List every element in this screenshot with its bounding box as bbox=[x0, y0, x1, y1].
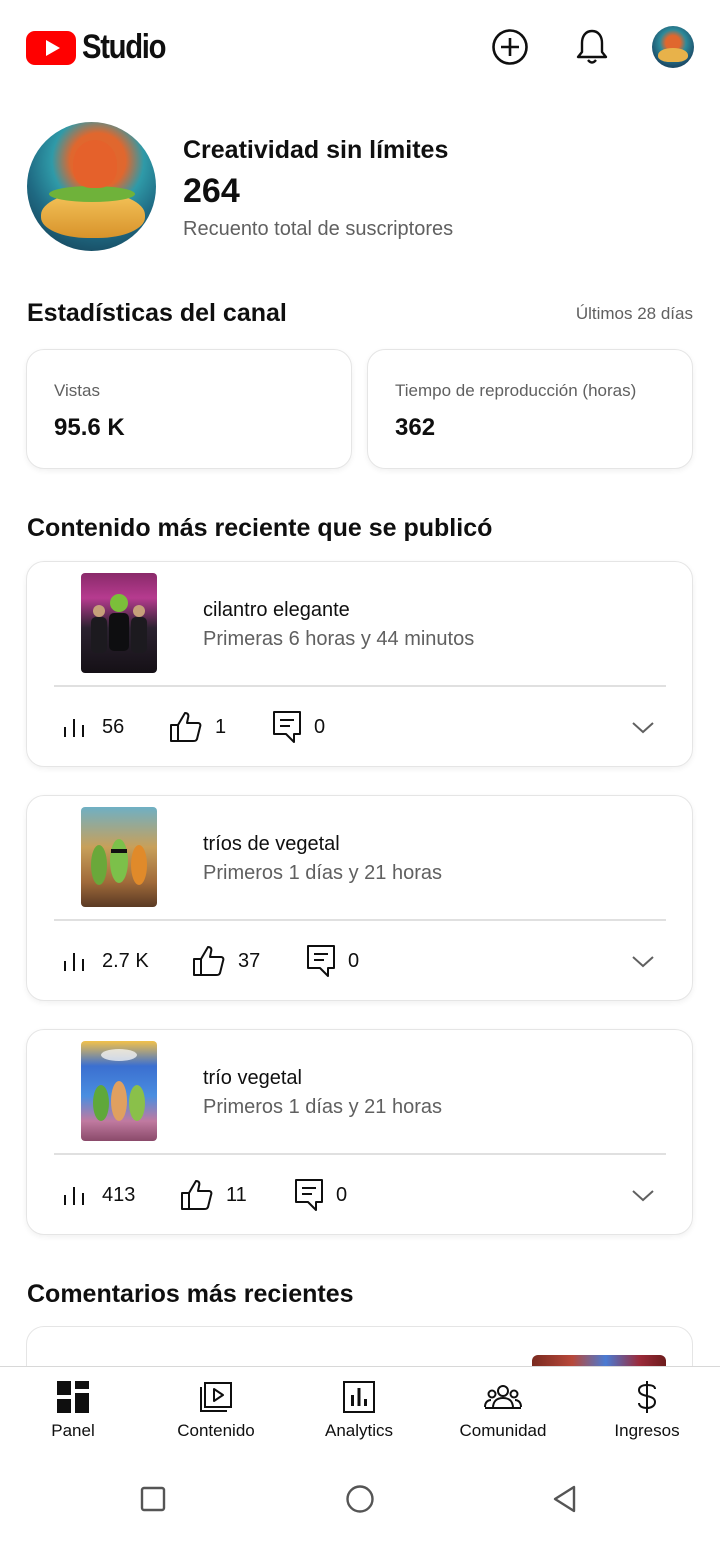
watch-time-card[interactable]: Tiempo de reproducción (horas) 362 bbox=[367, 349, 693, 469]
video-card[interactable]: cilantro elegante Primeras 6 horas y 44 … bbox=[26, 561, 693, 767]
bottom-navigation: Panel Contenido Analytics Comunidad Ingr… bbox=[0, 1366, 720, 1452]
video-likes: 11 bbox=[180, 1175, 247, 1215]
thumbs-up-icon bbox=[170, 712, 202, 742]
subscriber-count: 264 bbox=[183, 172, 240, 210]
content-icon bbox=[200, 1382, 232, 1412]
video-comments: 0 bbox=[306, 941, 359, 981]
back-icon[interactable] bbox=[552, 1484, 578, 1514]
video-likes-count: 11 bbox=[226, 1183, 247, 1206]
video-card[interactable]: tríos de vegetal Primeros 1 días y 21 ho… bbox=[26, 795, 693, 1001]
thumbs-up-icon bbox=[181, 1180, 213, 1210]
nav-panel[interactable]: Panel bbox=[8, 1379, 138, 1441]
studio-wordmark: Studio bbox=[82, 28, 167, 66]
nav-panel-label: Panel bbox=[51, 1421, 95, 1440]
divider bbox=[54, 685, 666, 687]
video-title: tríos de vegetal bbox=[203, 833, 340, 855]
video-views-count: 56 bbox=[102, 715, 125, 738]
nav-contenido-label: Contenido bbox=[177, 1421, 255, 1440]
video-thumbnail[interactable] bbox=[81, 573, 157, 673]
video-comments-count: 0 bbox=[348, 949, 360, 972]
video-likes: 1 bbox=[169, 707, 226, 747]
video-comments-count: 0 bbox=[314, 715, 326, 738]
channel-avatar[interactable] bbox=[27, 122, 156, 251]
views-value: 95.6 K bbox=[54, 414, 125, 441]
video-thumbnail[interactable] bbox=[81, 1041, 157, 1141]
nav-ingresos[interactable]: Ingresos bbox=[582, 1379, 712, 1441]
account-avatar[interactable] bbox=[652, 26, 694, 68]
video-comments-count: 0 bbox=[336, 1183, 348, 1206]
watch-time-value: 362 bbox=[395, 414, 436, 441]
divider bbox=[54, 1153, 666, 1155]
video-views: 413 bbox=[62, 1175, 135, 1215]
video-views-count: 2.7 K bbox=[102, 949, 149, 972]
comment-icon bbox=[295, 1179, 323, 1211]
video-comments: 0 bbox=[272, 707, 325, 747]
views-label: Vistas bbox=[54, 381, 100, 400]
video-title: cilantro elegante bbox=[203, 599, 350, 621]
channel-name: Creatividad sin límites bbox=[183, 136, 449, 164]
plus-circle-icon bbox=[492, 29, 528, 65]
views-card[interactable]: Vistas 95.6 K bbox=[26, 349, 352, 469]
chevron-down-icon[interactable] bbox=[630, 1182, 656, 1208]
video-card[interactable]: trío vegetal Primeros 1 días y 21 horas … bbox=[26, 1029, 693, 1235]
nav-analytics[interactable]: Analytics bbox=[294, 1379, 424, 1441]
nav-analytics-label: Analytics bbox=[324, 1421, 394, 1440]
chevron-down-icon[interactable] bbox=[630, 714, 656, 740]
video-comments: 0 bbox=[294, 1175, 347, 1215]
analytics-icon bbox=[343, 1381, 375, 1413]
stats-period: Últimos 28 días bbox=[575, 304, 693, 323]
nav-contenido[interactable]: Contenido bbox=[151, 1379, 281, 1441]
recents-icon[interactable] bbox=[140, 1486, 166, 1512]
video-thumbnail[interactable] bbox=[81, 807, 157, 907]
chevron-down-icon[interactable] bbox=[630, 948, 656, 974]
comment-icon bbox=[273, 711, 301, 743]
video-likes: 37 bbox=[192, 941, 260, 981]
youtube-studio-logo[interactable]: Studio bbox=[26, 28, 179, 67]
nav-comunidad[interactable]: Comunidad bbox=[438, 1379, 568, 1441]
system-navigation-bar bbox=[0, 1452, 720, 1546]
dashboard-icon bbox=[57, 1381, 89, 1413]
video-likes-count: 1 bbox=[215, 715, 227, 738]
latest-content-title: Contenido más reciente que se publicó bbox=[27, 514, 493, 542]
dollar-icon bbox=[637, 1381, 657, 1413]
watch-time-label: Tiempo de reproducción (horas) bbox=[395, 381, 637, 400]
video-views: 56 bbox=[62, 707, 124, 747]
thumbs-up-icon bbox=[193, 946, 225, 976]
video-likes-count: 37 bbox=[238, 949, 261, 972]
bar-chart-icon bbox=[64, 1187, 84, 1205]
youtube-logo-icon bbox=[26, 30, 76, 65]
video-title: trío vegetal bbox=[203, 1067, 302, 1089]
nav-ingresos-label: Ingresos bbox=[614, 1421, 680, 1440]
video-period: Primeros 1 días y 21 horas bbox=[203, 1096, 442, 1118]
community-icon bbox=[484, 1385, 522, 1409]
home-icon[interactable] bbox=[345, 1484, 375, 1514]
video-views-count: 413 bbox=[102, 1183, 136, 1206]
nav-comunidad-label: Comunidad bbox=[459, 1421, 547, 1440]
latest-comments-title: Comentarios más recientes bbox=[27, 1280, 354, 1308]
divider bbox=[54, 919, 666, 921]
video-period: Primeras 6 horas y 44 minutos bbox=[203, 628, 475, 650]
bell-icon bbox=[576, 29, 608, 64]
top-app-bar: Studio bbox=[0, 0, 720, 96]
comment-icon bbox=[307, 945, 335, 977]
notifications-button[interactable] bbox=[571, 26, 613, 68]
video-period: Primeros 1 días y 21 horas bbox=[203, 862, 442, 884]
bar-chart-icon bbox=[64, 953, 84, 971]
subscriber-count-label: Recuento total de suscriptores bbox=[183, 218, 454, 240]
create-button[interactable] bbox=[489, 26, 531, 68]
channel-stats-title: Estadísticas del canal bbox=[27, 299, 287, 327]
channel-header: Creatividad sin límites 264 Recuento tot… bbox=[27, 122, 707, 252]
bar-chart-icon bbox=[64, 719, 84, 737]
video-views: 2.7 K bbox=[62, 941, 149, 981]
